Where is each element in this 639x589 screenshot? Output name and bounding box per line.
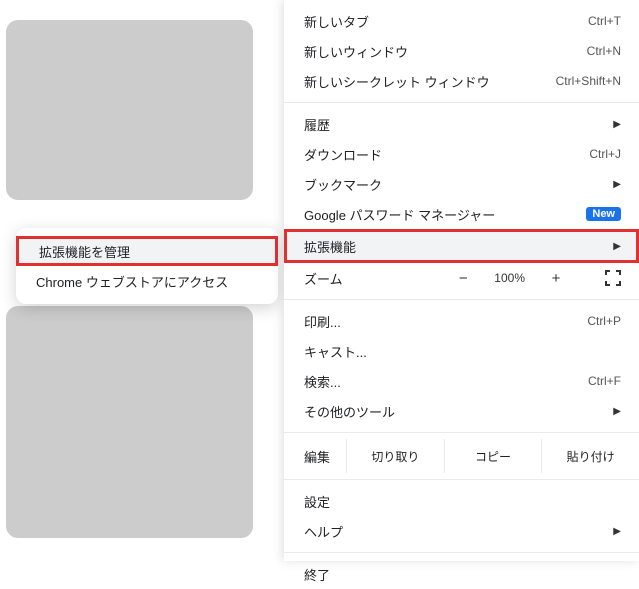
- menu-item-shortcut: Ctrl+P: [587, 314, 621, 328]
- edit-label: 編集: [284, 439, 346, 473]
- menu-separator: [284, 432, 639, 433]
- extensions-submenu: 拡張機能を管理 Chrome ウェブストアにアクセス: [16, 228, 278, 304]
- menu-item-label: 拡張機能: [304, 237, 603, 256]
- zoom-out-button[interactable]: −: [454, 270, 472, 287]
- menu-item-manage-extensions[interactable]: 拡張機能を管理: [16, 236, 278, 266]
- menu-item-bookmarks[interactable]: ブックマーク ▶: [284, 169, 639, 199]
- menu-item-shortcut: Ctrl+Shift+N: [556, 74, 621, 88]
- paste-button[interactable]: 貼り付け: [541, 439, 639, 473]
- menu-item-new-window[interactable]: 新しいウィンドウ Ctrl+N: [284, 36, 639, 66]
- menu-item-exit[interactable]: 終了: [284, 559, 639, 589]
- menu-item-label: 新しいタブ: [304, 12, 588, 31]
- menu-item-history[interactable]: 履歴 ▶: [284, 109, 639, 139]
- zoom-controls: − 100% +: [454, 270, 621, 287]
- menu-item-password-manager[interactable]: Google パスワード マネージャー New: [284, 199, 639, 229]
- chevron-right-icon: ▶: [613, 526, 621, 537]
- fullscreen-icon[interactable]: [605, 270, 621, 286]
- menu-item-label: 拡張機能を管理: [39, 242, 130, 261]
- menu-separator: [284, 479, 639, 480]
- menu-item-cast[interactable]: キャスト...: [284, 336, 639, 366]
- menu-item-shortcut: Ctrl+J: [589, 147, 621, 161]
- menu-item-label: その他のツール: [304, 402, 603, 421]
- chevron-right-icon: ▶: [613, 179, 621, 190]
- menu-item-label: 印刷...: [304, 312, 587, 331]
- menu-item-print[interactable]: 印刷... Ctrl+P: [284, 306, 639, 336]
- menu-item-settings[interactable]: 設定: [284, 486, 639, 516]
- menu-separator: [284, 552, 639, 553]
- thumbnail-placeholder: [6, 306, 253, 538]
- menu-item-label: ブックマーク: [304, 175, 603, 194]
- menu-item-label: 新しいシークレット ウィンドウ: [304, 72, 556, 91]
- zoom-percent: 100%: [494, 271, 525, 285]
- chevron-right-icon: ▶: [613, 241, 621, 252]
- menu-item-downloads[interactable]: ダウンロード Ctrl+J: [284, 139, 639, 169]
- menu-item-zoom: ズーム − 100% +: [284, 263, 639, 293]
- menu-item-label: 設定: [304, 492, 621, 511]
- menu-separator: [284, 102, 639, 103]
- menu-item-label: 検索...: [304, 372, 588, 391]
- chevron-right-icon: ▶: [613, 406, 621, 417]
- chevron-right-icon: ▶: [613, 119, 621, 130]
- menu-item-label: Chrome ウェブストアにアクセス: [36, 272, 228, 291]
- menu-item-find[interactable]: 検索... Ctrl+F: [284, 366, 639, 396]
- menu-item-label: 終了: [304, 565, 621, 584]
- menu-item-label: 履歴: [304, 115, 603, 134]
- menu-item-shortcut: Ctrl+F: [588, 374, 621, 388]
- menu-item-label: Google パスワード マネージャー: [304, 205, 578, 224]
- menu-item-label: ダウンロード: [304, 145, 589, 164]
- menu-item-shortcut: Ctrl+N: [587, 44, 621, 58]
- menu-item-chrome-webstore[interactable]: Chrome ウェブストアにアクセス: [16, 266, 278, 296]
- menu-item-label: キャスト...: [304, 342, 621, 361]
- zoom-in-button[interactable]: +: [547, 270, 565, 287]
- cut-button[interactable]: 切り取り: [346, 439, 444, 473]
- menu-item-label: ズーム: [304, 269, 454, 288]
- new-badge: New: [586, 207, 621, 221]
- chrome-main-menu: 新しいタブ Ctrl+T 新しいウィンドウ Ctrl+N 新しいシークレット ウ…: [284, 0, 639, 561]
- menu-item-edit-row: 編集 切り取り コピー 貼り付け: [284, 439, 639, 473]
- menu-item-incognito[interactable]: 新しいシークレット ウィンドウ Ctrl+Shift+N: [284, 66, 639, 96]
- menu-item-new-tab[interactable]: 新しいタブ Ctrl+T: [284, 6, 639, 36]
- menu-item-label: 新しいウィンドウ: [304, 42, 587, 61]
- menu-item-label: ヘルプ: [304, 522, 603, 541]
- menu-item-help[interactable]: ヘルプ ▶: [284, 516, 639, 546]
- menu-separator: [284, 299, 639, 300]
- menu-item-shortcut: Ctrl+T: [588, 14, 621, 28]
- thumbnail-placeholder: [6, 20, 253, 200]
- menu-item-more-tools[interactable]: その他のツール ▶: [284, 396, 639, 426]
- menu-item-extensions[interactable]: 拡張機能 ▶: [284, 229, 639, 263]
- copy-button[interactable]: コピー: [444, 439, 542, 473]
